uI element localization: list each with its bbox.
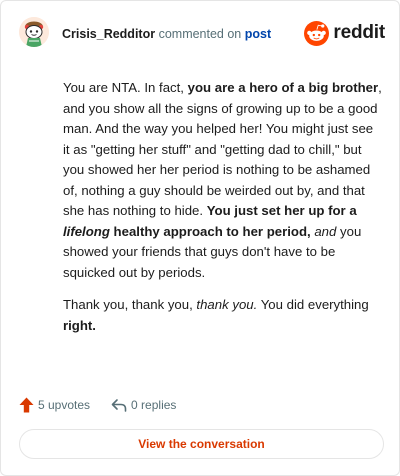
comment-italic-text: thank you. [196,297,258,312]
post-link[interactable]: post [245,27,271,41]
username[interactable]: Crisis_Redditor [62,27,155,41]
comment-bold-text: right. [63,317,96,333]
avatar[interactable] [19,17,49,47]
comment-text: You did everything [257,297,369,312]
upvote-count: 5 upvotes [38,398,91,412]
comment-bold-italic-text: lifelong [63,223,110,239]
comment-embed-card: Crisis_Redditor commented on post reddit… [0,0,400,476]
reddit-snoo-logo-icon [304,20,330,46]
comment-bold-text: you are a hero of a big brother [187,80,379,95]
commented-on-label: commented on [158,27,242,41]
reply-arrow-icon [111,399,127,412]
comment-text: You are NTA. In fact, [63,80,188,95]
comment-bold-text: You just set her up for a [206,203,357,218]
comment-bold-text: healthy approach to her period, [109,223,311,239]
comment-actions: 5 upvotes 0 replies [19,395,197,415]
reply-count: 0 replies [131,398,177,412]
comment-header: Crisis_Redditor commented on post reddit [19,17,385,51]
snoo-avatar-icon [19,17,49,47]
comment-text: Thank you, thank you, [63,297,197,312]
comment-text: , and you show all the signs of growing … [63,80,382,218]
view-conversation-button[interactable]: View the conversation [19,429,384,459]
upvote-arrow-icon [19,397,34,413]
comment-paragraph-2: Thank you, thank you, thank you. You did… [63,295,383,336]
comment-meta: Crisis_Redditor commented on post [62,26,271,42]
reddit-wordmark: reddit [333,22,385,43]
comment-paragraph-1: You are NTA. In fact, you are a hero of … [63,78,383,283]
reddit-brand[interactable]: reddit [304,20,385,46]
comment-body: You are NTA. In fact, you are a hero of … [63,78,383,348]
upvote-button[interactable]: 5 upvotes [19,397,90,413]
reply-button[interactable]: 0 replies [111,398,176,412]
comment-italic-text: and [314,223,337,239]
